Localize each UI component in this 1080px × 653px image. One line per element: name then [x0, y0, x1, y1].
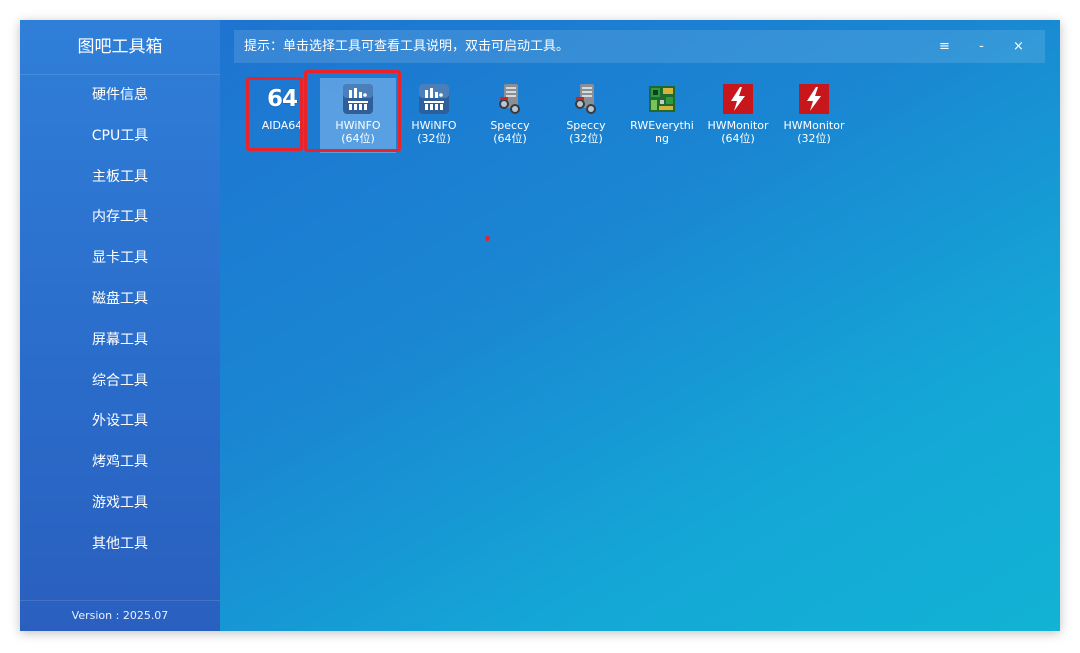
hwmonitor-icon	[721, 82, 755, 116]
tool-hwmonitor-32[interactable]: HWMonitor (32位)	[776, 78, 852, 153]
app-title: 图吧工具箱	[20, 20, 220, 75]
sidebar-nav: 硬件信息 CPU工具 主板工具 内存工具 显卡工具 磁盘工具 屏幕工具 综合工具…	[20, 75, 220, 565]
sidebar-item-disk-tools[interactable]: 磁盘工具	[20, 279, 220, 320]
tool-label: HWiNFO (32位)	[411, 119, 457, 145]
hwmonitor-icon	[797, 82, 831, 116]
tool-rweverything[interactable]: RWEverythi ng	[624, 78, 700, 153]
sidebar-item-hardware-info[interactable]: 硬件信息	[20, 75, 220, 116]
window-controls: ≡ - ×	[926, 30, 1037, 63]
cursor-dot	[485, 236, 490, 241]
sidebar-item-stress-tools[interactable]: 烤鸡工具	[20, 442, 220, 483]
minimize-button[interactable]: -	[963, 39, 1000, 54]
tool-label: HWMonitor (64位)	[707, 119, 769, 145]
speccy-icon	[493, 82, 527, 116]
sidebar-item-cpu-tools[interactable]: CPU工具	[20, 116, 220, 157]
tool-label: RWEverythi ng	[630, 119, 694, 145]
tool-hwinfo-32[interactable]: HWiNFO (32位)	[396, 78, 472, 153]
highlight-box-hwinfo-64	[304, 70, 401, 152]
speccy-icon	[569, 82, 603, 116]
sidebar-item-peripheral-tools[interactable]: 外设工具	[20, 401, 220, 442]
tool-label: Speccy (32位)	[566, 119, 606, 145]
sidebar-item-general-tools[interactable]: 综合工具	[20, 361, 220, 402]
tool-speccy-64[interactable]: Speccy (64位)	[472, 78, 548, 153]
hwinfo-icon	[417, 82, 451, 116]
sidebar-item-game-tools[interactable]: 游戏工具	[20, 483, 220, 524]
hint-text: 提示：单击选择工具可查看工具说明，双击可启动工具。	[244, 39, 570, 54]
hint-bar: 提示：单击选择工具可查看工具说明，双击可启动工具。 ≡ - ×	[234, 30, 1045, 63]
sidebar-item-memory-tools[interactable]: 内存工具	[20, 197, 220, 238]
menu-icon[interactable]: ≡	[926, 39, 963, 54]
highlight-box-aida64	[246, 77, 303, 151]
sidebar-item-screen-tools[interactable]: 屏幕工具	[20, 320, 220, 361]
rweverything-icon	[645, 82, 679, 116]
sidebar-item-motherboard-tools[interactable]: 主板工具	[20, 157, 220, 198]
app-window: 图吧工具箱 硬件信息 CPU工具 主板工具 内存工具 显卡工具 磁盘工具 屏幕工…	[20, 20, 1060, 631]
sidebar-item-gpu-tools[interactable]: 显卡工具	[20, 238, 220, 279]
sidebar-item-other-tools[interactable]: 其他工具	[20, 524, 220, 565]
tool-label: Speccy (64位)	[490, 119, 530, 145]
tool-hwmonitor-64[interactable]: HWMonitor (64位)	[700, 78, 776, 153]
version-label: Version : 2025.07	[20, 600, 220, 631]
tool-label: HWMonitor (32位)	[783, 119, 845, 145]
tool-speccy-32[interactable]: Speccy (32位)	[548, 78, 624, 153]
close-button[interactable]: ×	[1000, 39, 1037, 54]
sidebar: 图吧工具箱 硬件信息 CPU工具 主板工具 内存工具 显卡工具 磁盘工具 屏幕工…	[20, 20, 220, 631]
